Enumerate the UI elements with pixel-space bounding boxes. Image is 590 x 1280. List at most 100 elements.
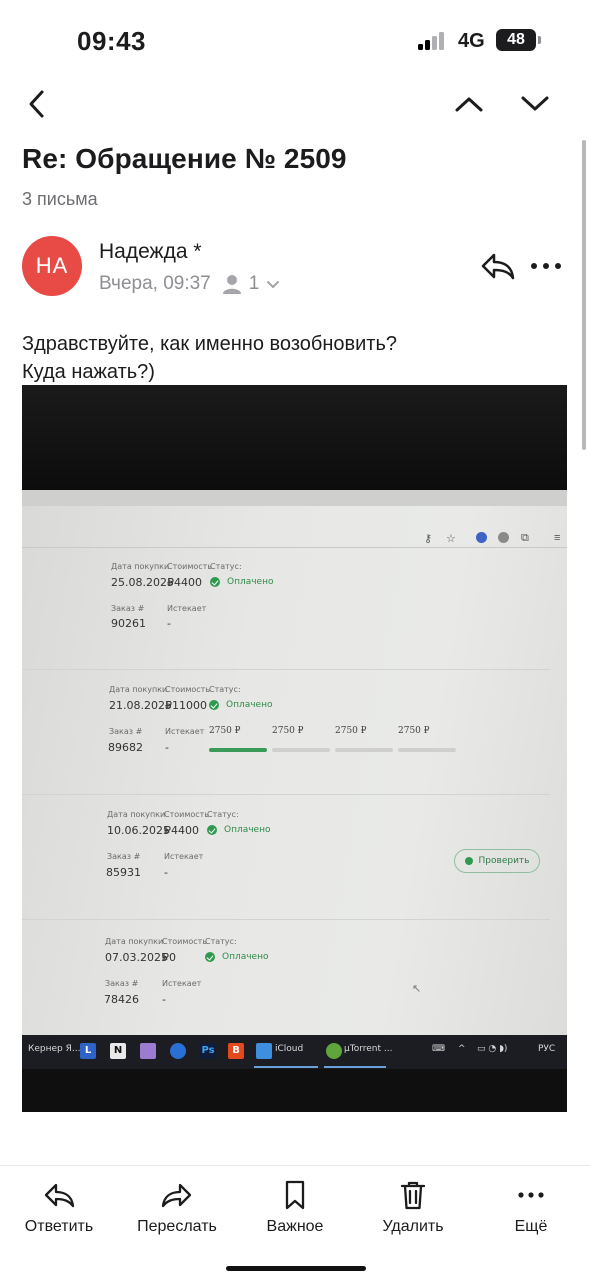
more-icon: [518, 1192, 544, 1198]
installment-amount: 2750 ₽: [209, 726, 241, 736]
star-icon: ☆: [446, 533, 456, 545]
utorrent-icon: [326, 1043, 342, 1059]
network-type: 4G: [458, 30, 485, 52]
check-circle-icon: [205, 952, 215, 962]
status-badge: Оплачено: [205, 952, 268, 962]
purchase-date: 07.03.2025: [105, 951, 168, 964]
order-card: Дата покупки Стоимость Статус: 25.08.202…: [22, 550, 550, 670]
sender-name[interactable]: Надежда *: [99, 240, 202, 264]
more-icon[interactable]: [526, 246, 566, 286]
order-number: 90261: [111, 617, 146, 630]
status-text: Оплачено: [227, 577, 274, 587]
order-label: Заказ #: [109, 727, 143, 736]
check-circle-icon: [209, 700, 219, 710]
tray-icons: ▭ ◔ ◗): [477, 1044, 508, 1054]
email-subject: Re: Обращение № 2509: [22, 143, 347, 174]
taskbar: Кернер Я... L N Ps B iCloud µTorrent ...…: [22, 1035, 567, 1069]
order-label: Заказ #: [111, 604, 145, 613]
app-icon: L: [80, 1043, 96, 1059]
icloud-icon: [256, 1043, 272, 1059]
photo-background: [22, 385, 567, 495]
keyboard-icon: ⌨: [432, 1044, 445, 1054]
status-badge: Оплачено: [210, 577, 273, 587]
cost-label: Стоимость: [167, 562, 213, 571]
bookmark-icon: [285, 1180, 305, 1210]
order-label: Заказ #: [105, 979, 139, 988]
expires-label: Истекает: [167, 604, 207, 613]
status-badge: Оплачено: [209, 700, 272, 710]
cost-label: Стоимость: [164, 810, 210, 819]
reply-icon: [44, 1183, 75, 1208]
app-icon: [140, 1043, 156, 1059]
puzzle-icon: ⧉: [521, 532, 529, 544]
delete-label: Удалить: [382, 1218, 444, 1235]
message-date: Вчера, 09:37: [99, 273, 211, 294]
reply-label: Ответить: [24, 1218, 94, 1235]
installment-progress: [272, 748, 330, 752]
purchase-date: 25.08.2025: [111, 576, 174, 589]
bottom-toolbar: Ответить Переслать Важное Удалить Ещё: [0, 1165, 590, 1280]
cost: ₽4400: [167, 576, 202, 589]
delete-button[interactable]: Удалить: [358, 1178, 468, 1238]
purchase-date-label: Дата покупки: [109, 685, 168, 694]
chevron-left-icon[interactable]: [18, 84, 58, 124]
reply-button[interactable]: Ответить: [4, 1178, 114, 1238]
status-label: Статус:: [207, 810, 239, 819]
installment-progress: [398, 748, 456, 752]
expires-label: Истекает: [165, 727, 205, 736]
purchase-date: 21.08.2025: [109, 699, 172, 712]
expires-value: -: [164, 866, 168, 879]
more-button[interactable]: Ещё: [476, 1178, 586, 1238]
menu-icon: ≡: [554, 532, 561, 544]
chevron-down-icon[interactable]: [515, 84, 555, 124]
photoshop-icon: Ps: [200, 1043, 216, 1059]
avatar[interactable]: НА: [22, 236, 82, 296]
taskbar-item: Кернер Я...: [28, 1044, 81, 1054]
cost: ₽0: [162, 951, 176, 964]
forward-icon: [161, 1183, 192, 1208]
language-indicator: РУС: [538, 1044, 556, 1054]
status-text: Оплачено: [222, 952, 269, 962]
reply-icon[interactable]: [478, 246, 518, 286]
installment-amount: 2750 ₽: [398, 726, 430, 736]
taskbar-item: µTorrent ...: [344, 1044, 393, 1054]
monitor-screen: ⚷ ☆ ⧉ ≡ Дата покупки Стоимость Статус: 2…: [22, 490, 567, 1035]
app-icon: B: [228, 1043, 244, 1059]
order-number: 78426: [104, 993, 139, 1006]
important-button[interactable]: Важное: [240, 1178, 350, 1238]
status-time: 09:43: [77, 26, 146, 56]
signal-icon: [418, 32, 448, 50]
installment-progress: [209, 748, 267, 752]
trash-icon: [400, 1181, 426, 1210]
key-icon: ⚷: [424, 533, 433, 545]
status-label: Статус:: [205, 937, 237, 946]
order-label: Заказ #: [107, 852, 141, 861]
message-meta[interactable]: Вчера, 09:37 1: [99, 273, 281, 295]
installment-amount: 2750 ₽: [272, 726, 304, 736]
status-text: Оплачено: [224, 825, 271, 835]
forward-button[interactable]: Переслать: [122, 1178, 232, 1238]
battery-level: 48: [507, 31, 525, 48]
chevron-up-icon[interactable]: [449, 84, 489, 124]
taskbar-active-indicator: [254, 1066, 318, 1068]
more-label: Ещё: [514, 1218, 548, 1235]
status-bar: 09:43 4G 48: [0, 0, 590, 80]
purchase-date-label: Дата покупки: [105, 937, 164, 946]
purchase-date-label: Дата покупки: [107, 810, 166, 819]
email-body: Здравствуйте, как именно возобновить? Ку…: [22, 330, 397, 386]
check-circle-icon: [207, 825, 217, 835]
chevron-down-icon: [265, 276, 281, 292]
cost: ₽11000: [165, 699, 207, 712]
important-label: Важное: [266, 1218, 324, 1235]
body-line: Здравствуйте, как именно возобновить?: [22, 333, 398, 355]
attached-photo[interactable]: ⚷ ☆ ⧉ ≡ Дата покупки Стоимость Статус: 2…: [22, 385, 567, 1112]
expires-value: -: [167, 617, 171, 630]
forward-label: Переслать: [137, 1218, 217, 1235]
purchase-date-label: Дата покупки: [111, 562, 170, 571]
browser-tabbar: [22, 490, 567, 506]
status-label: Статус:: [210, 562, 242, 571]
cost: ₽4400: [164, 824, 199, 837]
status-badge: Оплачено: [207, 825, 270, 835]
thread-count: 3 письма: [22, 189, 98, 209]
scrollbar[interactable]: [582, 140, 586, 450]
